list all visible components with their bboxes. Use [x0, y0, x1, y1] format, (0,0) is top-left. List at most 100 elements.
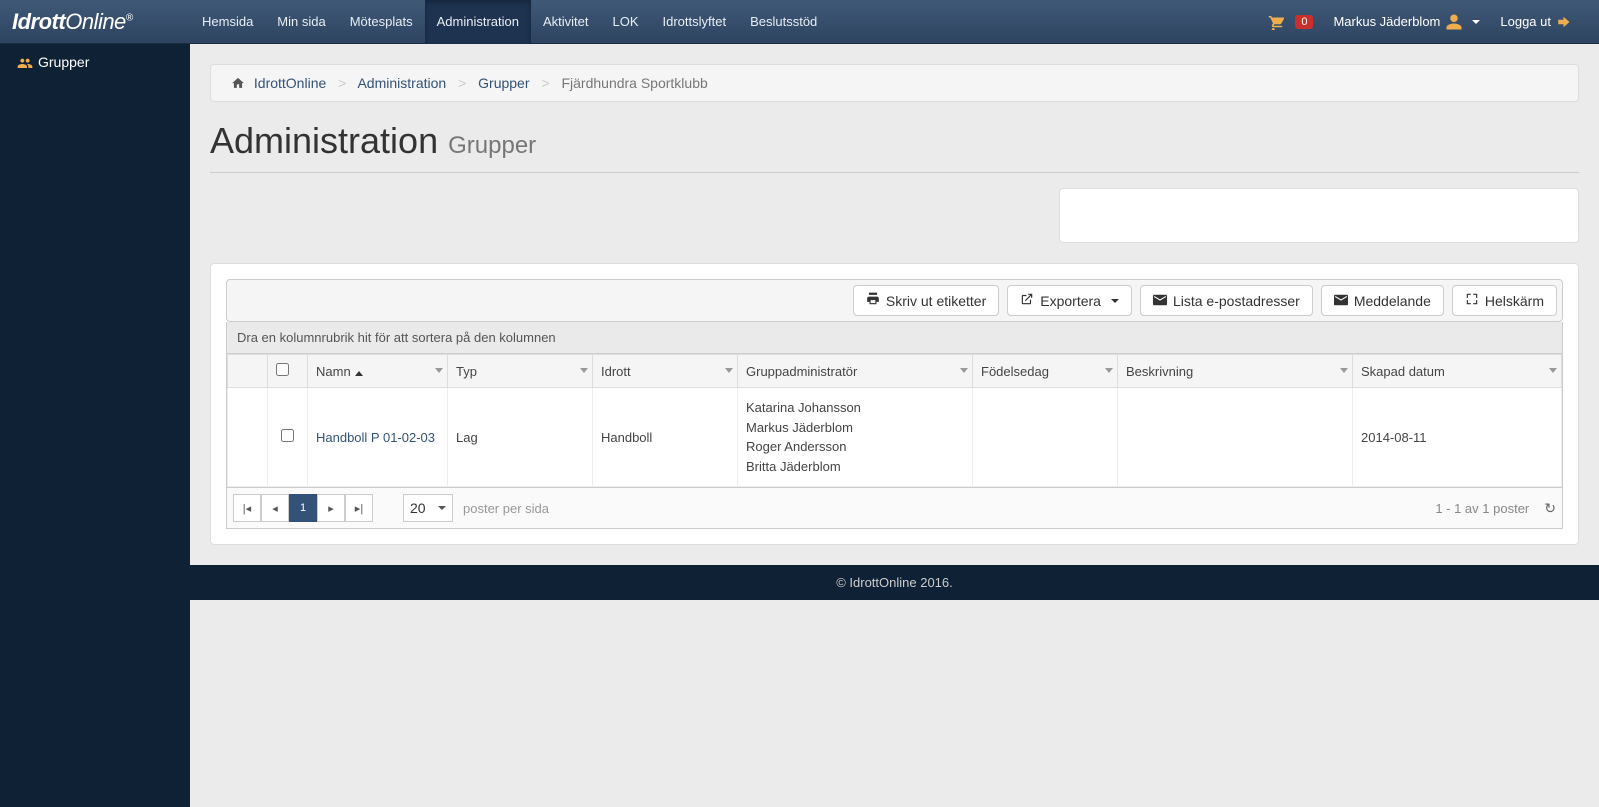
nav-motesplats[interactable]: Mötesplats	[338, 0, 425, 44]
logout-button[interactable]: Logga ut	[1490, 14, 1589, 30]
pager-next[interactable]: ▸	[317, 494, 345, 522]
sidebar-active-arrow	[190, 54, 198, 70]
breadcrumb-home[interactable]: IdrottOnline	[254, 75, 326, 91]
sort-asc-icon	[355, 371, 363, 376]
cell-sport: Handboll	[593, 388, 738, 487]
cell-desc	[1118, 388, 1353, 487]
cart-icon	[1268, 14, 1286, 30]
data-grid: Namn Typ Idrott Gruppadministratör Födel…	[226, 354, 1563, 488]
print-labels-button[interactable]: Skriv ut etiketter	[853, 285, 999, 316]
breadcrumb-grupper[interactable]: Grupper	[478, 75, 529, 91]
envelope-icon	[1334, 293, 1348, 309]
col-expand[interactable]	[228, 355, 268, 388]
column-menu-icon[interactable]	[1549, 368, 1557, 373]
admin-name: Britta Jäderblom	[746, 457, 964, 477]
fullscreen-button[interactable]: Helskärm	[1452, 285, 1557, 316]
col-desc[interactable]: Beskrivning	[1118, 355, 1353, 388]
logout-icon	[1556, 14, 1574, 30]
page-title: Administration Grupper	[210, 120, 1579, 173]
group-by-hint[interactable]: Dra en kolumnrubrik hit för att sortera …	[226, 322, 1563, 354]
col-name[interactable]: Namn	[308, 355, 448, 388]
admin-name: Roger Andersson	[746, 437, 964, 457]
nav-hemsida[interactable]: Hemsida	[190, 0, 265, 44]
cell-type: Lag	[448, 388, 593, 487]
main-content: IdrottOnline > Administration > Grupper …	[190, 44, 1599, 807]
column-menu-icon[interactable]	[580, 368, 588, 373]
pager-info-text: 1 - 1 av 1 poster	[1435, 501, 1529, 516]
top-navigation: IdrottOnline® Hemsida Min sida Mötesplat…	[0, 0, 1599, 44]
sidebar-item-label: Grupper	[38, 54, 89, 70]
pager: |◂ ◂ 1 ▸ ▸| 20 poster per sida 1 - 1 av …	[226, 488, 1563, 529]
nav-administration[interactable]: Administration	[425, 0, 531, 44]
export-button[interactable]: Exportera	[1007, 285, 1132, 316]
sidebar-item-grupper[interactable]: Grupper	[0, 44, 190, 80]
col-created[interactable]: Skapad datum	[1353, 355, 1562, 388]
cell-admins: Katarina Johansson Markus Jäderblom Roge…	[738, 388, 973, 487]
envelope-icon	[1153, 293, 1167, 309]
table-row: Handboll P 01-02-03 Lag Handboll Katarin…	[228, 388, 1562, 487]
group-icon	[17, 55, 33, 69]
pager-last[interactable]: ▸|	[345, 494, 373, 522]
grid-toolbar: Skriv ut etiketter Exportera Lista e-pos…	[226, 279, 1563, 322]
info-box	[1059, 188, 1579, 243]
breadcrumb-current: Fjärdhundra Sportklubb	[561, 75, 707, 91]
row-checkbox[interactable]	[281, 429, 294, 442]
cart-button[interactable]: 0	[1253, 14, 1323, 30]
print-labels-label: Skriv ut etiketter	[886, 293, 986, 309]
page-size-select[interactable]: 20	[403, 494, 453, 522]
col-sport[interactable]: Idrott	[593, 355, 738, 388]
user-name: Markus Jäderblom	[1333, 14, 1440, 29]
grid-panel: Skriv ut etiketter Exportera Lista e-pos…	[210, 263, 1579, 545]
user-menu[interactable]: Markus Jäderblom	[1323, 13, 1490, 31]
fullscreen-icon	[1465, 292, 1479, 309]
column-menu-icon[interactable]	[1105, 368, 1113, 373]
top-right-controls: 0 Markus Jäderblom Logga ut	[1253, 0, 1599, 44]
chevron-down-icon	[1111, 299, 1119, 303]
col-select-all[interactable]	[268, 355, 308, 388]
col-admin[interactable]: Gruppadministratör	[738, 355, 973, 388]
refresh-button[interactable]: ↻	[1544, 500, 1556, 517]
nav-beslutsstod[interactable]: Beslutsstöd	[738, 0, 829, 44]
admin-name: Katarina Johansson	[746, 398, 964, 418]
col-birthday[interactable]: Födelsedag	[973, 355, 1118, 388]
sidebar: Grupper	[0, 44, 190, 807]
list-emails-button[interactable]: Lista e-postadresser	[1140, 285, 1313, 316]
message-button[interactable]: Meddelande	[1321, 285, 1444, 316]
row-expand[interactable]	[228, 388, 268, 487]
column-menu-icon[interactable]	[725, 368, 733, 373]
pager-first[interactable]: |◂	[233, 494, 261, 522]
row-select[interactable]	[268, 388, 308, 487]
print-icon	[866, 292, 880, 309]
brand-logo[interactable]: IdrottOnline®	[0, 9, 190, 35]
chevron-down-icon	[1472, 20, 1480, 24]
list-emails-label: Lista e-postadresser	[1173, 293, 1300, 309]
fullscreen-label: Helskärm	[1485, 293, 1544, 309]
nav-aktivitet[interactable]: Aktivitet	[531, 0, 601, 44]
column-menu-icon[interactable]	[960, 368, 968, 373]
export-icon	[1020, 292, 1034, 309]
nav-min-sida[interactable]: Min sida	[265, 0, 337, 44]
cell-name: Handboll P 01-02-03	[308, 388, 448, 487]
breadcrumb-administration[interactable]: Administration	[357, 75, 446, 91]
logout-label: Logga ut	[1500, 14, 1551, 29]
cell-created: 2014-08-11	[1353, 388, 1562, 487]
page-size-value: 20	[410, 500, 426, 516]
per-page-label: poster per sida	[463, 501, 549, 516]
pager-page-1[interactable]: 1	[289, 494, 317, 522]
chevron-down-icon	[438, 506, 446, 510]
nav-idrottslyftet[interactable]: Idrottslyftet	[651, 0, 739, 44]
message-label: Meddelande	[1354, 293, 1431, 309]
column-menu-icon[interactable]	[1340, 368, 1348, 373]
table-header-row: Namn Typ Idrott Gruppadministratör Födel…	[228, 355, 1562, 388]
user-icon	[1445, 13, 1463, 31]
footer: © IdrottOnline 2016.	[190, 565, 1599, 600]
select-all-checkbox[interactable]	[276, 363, 289, 376]
column-menu-icon[interactable]	[435, 368, 443, 373]
group-link[interactable]: Handboll P 01-02-03	[316, 430, 435, 445]
nav-lok[interactable]: LOK	[600, 0, 650, 44]
cell-birthday	[973, 388, 1118, 487]
home-icon	[231, 76, 245, 88]
pager-prev[interactable]: ◂	[261, 494, 289, 522]
export-label: Exportera	[1040, 293, 1101, 309]
col-type[interactable]: Typ	[448, 355, 593, 388]
